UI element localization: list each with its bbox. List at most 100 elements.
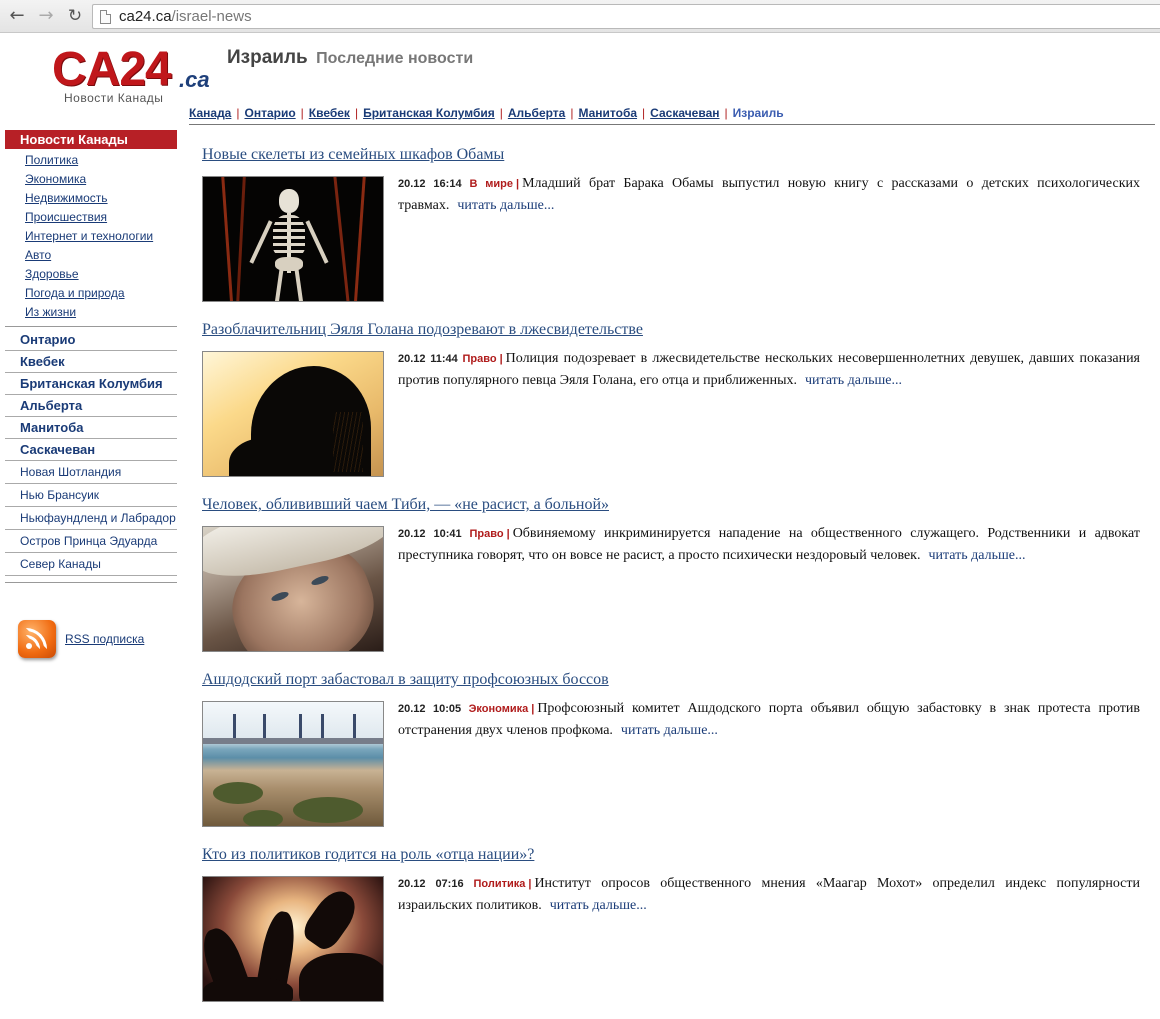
article-meta: 20.12 11:44 Право |: [398, 353, 506, 365]
meta-separator: |: [506, 528, 510, 540]
sidebar-province-list: Онтарио Квебек Британская Колумбия Альберта…: [5, 329, 177, 576]
sidebar-province-item[interactable]: Саскачеван: [5, 439, 177, 461]
site-logo[interactable]: CA24 .ca Новости Канады: [52, 43, 210, 106]
article-time: 16:14: [433, 178, 462, 190]
article-meta: 20.12 10:05 Экономика |: [398, 703, 537, 715]
sidebar-sub-item[interactable]: Интернет и технологии: [5, 227, 177, 246]
read-more-link[interactable]: читать дальше...: [457, 198, 554, 213]
article-summary: 20.12 10:41 Право | Обвиняемому инкриминир…: [398, 523, 1140, 566]
page-title-sub: Последние новости: [316, 50, 474, 67]
back-arrow-icon[interactable]: ←: [6, 5, 28, 27]
article-item: Человек, облививший чаем Тиби, — «не рас…: [202, 495, 1140, 670]
url-text[interactable]: ca24.ca/israel-news: [119, 8, 252, 25]
article-category[interactable]: Право: [470, 528, 504, 540]
article-title-link[interactable]: Кто из политиков годится на роль «отца н…: [202, 845, 1140, 867]
sidebar-province-item[interactable]: Британская Колумбия: [5, 373, 177, 395]
nav-separator: |: [236, 106, 240, 120]
sidebar-province-item[interactable]: Альберта: [5, 395, 177, 417]
meta-separator: |: [516, 178, 520, 190]
article-summary: 20.12 16:14 В мире | Младший брат Барака О…: [398, 173, 1140, 216]
article-title-link[interactable]: Разоблачительниц Эяля Голана подозревают…: [202, 320, 1140, 342]
article-date: 20.12: [398, 178, 426, 190]
article-date: 20.12: [398, 353, 426, 365]
article-thumbnail[interactable]: [202, 701, 384, 827]
url-path: /israel-news: [171, 8, 252, 25]
article-category[interactable]: Право: [462, 353, 496, 365]
sidebar-region-item[interactable]: Ньюфаундленд и Лабрадор: [5, 507, 177, 530]
article-category[interactable]: Политика: [473, 878, 525, 890]
meta-separator: |: [499, 353, 503, 365]
article-summary: 20.12 11:44 Право | Полиция подозревает в …: [398, 348, 1140, 391]
forward-arrow-icon[interactable]: →: [35, 5, 57, 27]
meta-separator: |: [528, 878, 532, 890]
article-category[interactable]: В мире: [469, 178, 513, 190]
region-nav-link[interactable]: Саскачеван: [650, 106, 719, 120]
sidebar-region-item[interactable]: Остров Принца Эдуарда: [5, 530, 177, 553]
logo-subtitle: Новости Канады: [64, 91, 164, 105]
sidebar-province-item[interactable]: Онтарио: [5, 329, 177, 351]
page-icon: [100, 10, 111, 24]
nav-separator: |: [570, 106, 574, 120]
article-meta: 20.12 16:14 В мире |: [398, 178, 522, 190]
sidebar-sub-item[interactable]: Погода и природа: [5, 284, 177, 303]
region-nav-link[interactable]: Онтарио: [244, 106, 295, 120]
sidebar-province-item[interactable]: Манитоба: [5, 417, 177, 439]
article-category[interactable]: Экономика: [469, 703, 529, 715]
read-more-link[interactable]: читать дальше...: [805, 373, 902, 388]
article-thumbnail[interactable]: [202, 351, 384, 477]
article-item: Новые скелеты из семейных шкафов Обамы 20…: [202, 145, 1140, 320]
article-title-link[interactable]: Новые скелеты из семейных шкафов Обамы: [202, 145, 1140, 167]
region-nav-link[interactable]: Альберта: [508, 106, 565, 120]
sidebar-region-item[interactable]: Нью Брансуик: [5, 484, 177, 507]
article-thumbnail[interactable]: [202, 526, 384, 652]
article-title-link[interactable]: Человек, облививший чаем Тиби, — «не рас…: [202, 495, 1140, 517]
region-nav-link[interactable]: Манитоба: [578, 106, 637, 120]
sidebar-sub-item[interactable]: Политика: [5, 151, 177, 170]
read-more-link[interactable]: читать дальше...: [550, 898, 647, 913]
logo-main-text: CA24: [52, 43, 172, 96]
sidebar: Новости Канады Политика Экономика Недвижим…: [5, 130, 177, 583]
article-date: 20.12: [398, 878, 426, 890]
article-meta: 20.12 07:16 Политика |: [398, 878, 534, 890]
article-summary: 20.12 07:16 Политика | Институт опросов об…: [398, 873, 1140, 916]
article-item: Ашдодский порт забастовал в защиту профс…: [202, 670, 1140, 845]
rss-subscription[interactable]: RSS подписка: [18, 620, 178, 660]
sidebar-sub-item[interactable]: Авто: [5, 246, 177, 265]
sidebar-region-item[interactable]: Новая Шотландия: [5, 461, 177, 484]
region-nav-link[interactable]: Канада: [189, 106, 231, 120]
region-nav-link[interactable]: Британская Колумбия: [363, 106, 495, 120]
address-bar[interactable]: ca24.ca/israel-news: [92, 4, 1160, 29]
sidebar-sub-item[interactable]: Недвижимость: [5, 189, 177, 208]
nav-separator: |: [724, 106, 728, 120]
browser-toolbar: ← → ↻ ca24.ca/israel-news: [0, 0, 1160, 33]
page-title: Израиль Последние новости: [227, 47, 473, 69]
rss-icon[interactable]: [18, 620, 56, 658]
nav-separator: |: [499, 106, 503, 120]
sidebar-region-item[interactable]: Север Канады: [5, 553, 177, 576]
region-nav: Канада | Онтарио | Квебек | Британская Колумби…: [189, 106, 1155, 125]
sidebar-sub-item[interactable]: Экономика: [5, 170, 177, 189]
nav-separator: |: [642, 106, 646, 120]
rss-link[interactable]: RSS подписка: [65, 632, 144, 646]
read-more-link[interactable]: читать дальше...: [621, 723, 718, 738]
sidebar-section-header[interactable]: Новости Канады: [5, 130, 177, 149]
article-date: 20.12: [398, 528, 426, 540]
sidebar-sub-item[interactable]: Из жизни: [5, 303, 177, 322]
meta-separator: |: [531, 703, 535, 715]
article-thumbnail[interactable]: [202, 176, 384, 302]
article-meta: 20.12 10:41 Право |: [398, 528, 513, 540]
article-list: Новые скелеты из семейных шкафов Обамы 20…: [202, 145, 1140, 1019]
sidebar-sub-item[interactable]: Здоровье: [5, 265, 177, 284]
sidebar-sub-item[interactable]: Происшествия: [5, 208, 177, 227]
region-nav-link[interactable]: Квебек: [309, 106, 350, 120]
read-more-link[interactable]: читать дальше...: [928, 548, 1025, 563]
article-time: 11:44: [430, 353, 458, 365]
region-nav-current: Израиль: [732, 106, 784, 120]
reload-icon[interactable]: ↻: [64, 5, 86, 27]
article-title-link[interactable]: Ашдодский порт забастовал в защиту профс…: [202, 670, 1140, 692]
sidebar-province-item[interactable]: Квебек: [5, 351, 177, 373]
article-thumbnail[interactable]: [202, 876, 384, 1002]
article-date: 20.12: [398, 703, 426, 715]
sidebar-sub-list: Политика Экономика Недвижимость Происшестви…: [5, 149, 177, 327]
page-title-main: Израиль: [227, 47, 308, 68]
